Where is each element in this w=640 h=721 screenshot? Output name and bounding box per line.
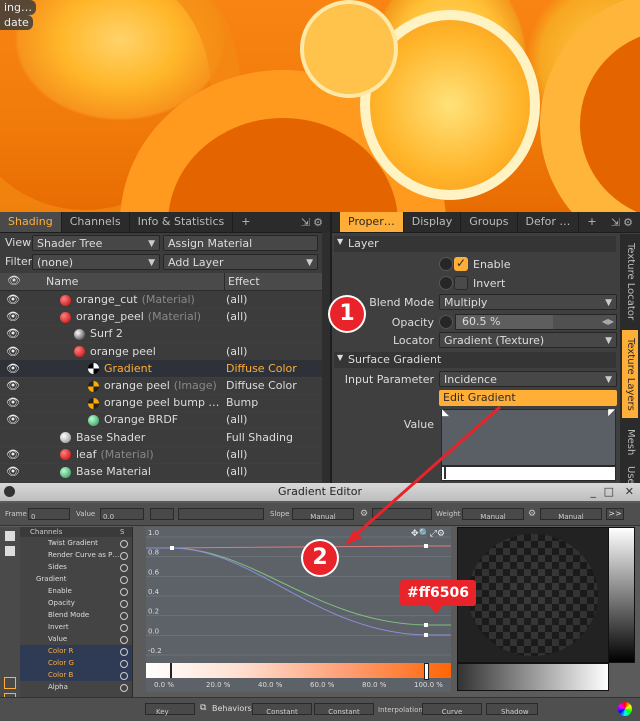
callout-2: 2 xyxy=(303,541,337,575)
annotation-arrow-line xyxy=(351,405,501,540)
callout-1: 1 xyxy=(330,297,364,331)
annotation-arrow xyxy=(345,405,501,545)
